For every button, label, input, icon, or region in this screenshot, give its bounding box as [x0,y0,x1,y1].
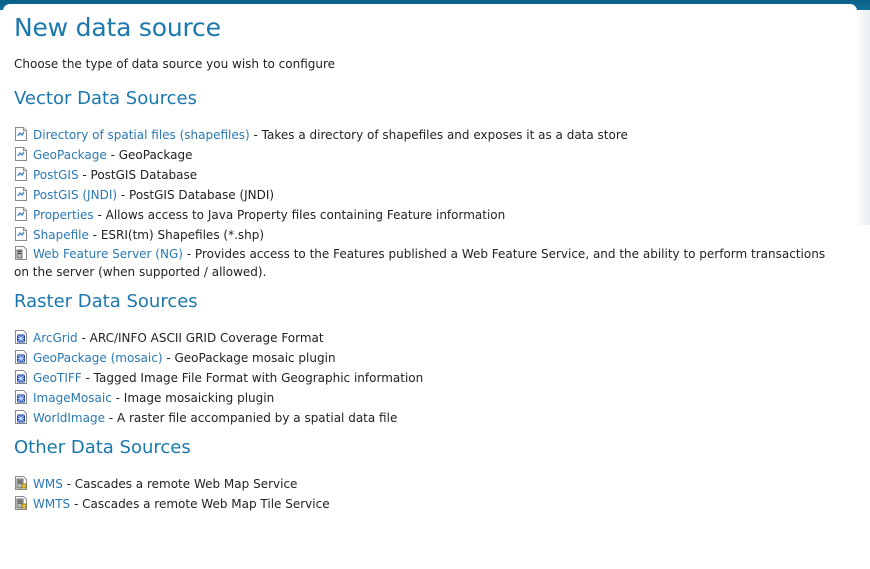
page-subtitle: Choose the type of data source you wish … [14,57,336,71]
datasource-description: - PostGIS Database [78,168,198,182]
raster-sources-heading: Raster Data Sources [14,291,198,312]
other-sources-heading: Other Data Sources [14,437,191,458]
datasource-description: - Cascades a remote Web Map Service [62,477,298,491]
datasource-link-shapefile[interactable]: Shapefile [33,228,89,242]
datasource-link-geopackage[interactable]: GeoPackage [33,148,107,162]
datasource-description: - Cascades a remote Web Map Tile Service [70,497,330,511]
panel-edge-shadow [855,10,870,225]
datasource-item-worldimage: WorldImage - A raster file accompanied b… [14,408,834,428]
page-title: New data source [14,13,221,42]
datasource-item-directory-of-spatial-files-shapefiles: Directory of spatial files (shapefiles) … [14,125,834,145]
raster-store-icon [14,370,28,384]
datasource-link-worldimage[interactable]: WorldImage [33,411,105,425]
raster-sources-list: ArcGrid - ARC/INFO ASCII GRID Coverage F… [14,328,834,428]
raster-store-icon [14,410,28,424]
vector-sources-heading: Vector Data Sources [14,88,197,109]
vector-store-icon [14,167,28,181]
datasource-item-geopackage: GeoPackage - GeoPackage [14,145,834,165]
datasource-description: - Tagged Image File Format with Geograph… [81,371,424,385]
datasource-link-postgis-jndi[interactable]: PostGIS (JNDI) [33,188,117,202]
datasource-link-arcgrid[interactable]: ArcGrid [33,331,78,345]
datasource-item-web-feature-server-ng: Web Feature Server (NG) - Provides acces… [14,245,834,281]
wms-server-icon [14,476,28,490]
datasource-link-wms[interactable]: WMS [33,477,63,491]
datasource-description: - A raster file accompanied by a spatial… [104,411,398,425]
datasource-item-postgis: PostGIS - PostGIS Database [14,165,834,185]
datasource-description: - ARC/INFO ASCII GRID Coverage Format [77,331,324,345]
vector-store-icon [14,127,28,141]
datasource-link-directory-of-spatial-files-shapefiles[interactable]: Directory of spatial files (shapefiles) [33,128,250,142]
datasource-description: - GeoPackage mosaic plugin [162,351,336,365]
datasource-item-wms: WMS - Cascades a remote Web Map Service [14,474,834,494]
vector-store-icon [14,187,28,201]
datasource-link-properties[interactable]: Properties [33,208,94,222]
other-sources-list: WMS - Cascades a remote Web Map Service W… [14,474,834,514]
vector-store-icon [14,207,28,221]
datasource-item-geotiff: GeoTIFF - Tagged Image File Format with … [14,368,834,388]
raster-store-icon [14,390,28,404]
datasource-item-arcgrid: ArcGrid - ARC/INFO ASCII GRID Coverage F… [14,328,834,348]
raster-store-icon [14,330,28,344]
wms-server-icon [14,496,28,510]
datasource-link-imagemosaic[interactable]: ImageMosaic [33,391,112,405]
datasource-link-geotiff[interactable]: GeoTIFF [33,371,82,385]
datasource-item-imagemosaic: ImageMosaic - Image mosaicking plugin [14,388,834,408]
datasource-item-geopackage-mosaic: GeoPackage (mosaic) - GeoPackage mosaic … [14,348,834,368]
datasource-item-shapefile: Shapefile - ESRI(tm) Shapefiles (*.shp) [14,225,834,245]
datasource-description: - PostGIS Database (JNDI) [117,188,275,202]
vector-store-icon [14,147,28,161]
datasource-description: - Image mosaicking plugin [111,391,275,405]
datasource-description: - GeoPackage [106,148,193,162]
vector-store-icon [14,227,28,241]
datasource-description: - ESRI(tm) Shapefiles (*.shp) [88,228,265,242]
wfs-server-icon [14,246,28,260]
datasource-link-web-feature-server-ng[interactable]: Web Feature Server (NG) [33,247,183,261]
raster-store-icon [14,350,28,364]
datasource-link-geopackage-mosaic[interactable]: GeoPackage (mosaic) [33,351,163,365]
datasource-description: - Takes a directory of shapefiles and ex… [249,128,628,142]
datasource-item-properties: Properties - Allows access to Java Prope… [14,205,834,225]
datasource-link-postgis[interactable]: PostGIS [33,168,79,182]
vector-sources-list: Directory of spatial files (shapefiles) … [14,125,834,281]
datasource-description: - Allows access to Java Property files c… [93,208,506,222]
datasource-link-wmts[interactable]: WMTS [33,497,70,511]
datasource-item-postgis-jndi: PostGIS (JNDI) - PostGIS Database (JNDI) [14,185,834,205]
datasource-item-wmts: WMTS - Cascades a remote Web Map Tile Se… [14,494,834,514]
